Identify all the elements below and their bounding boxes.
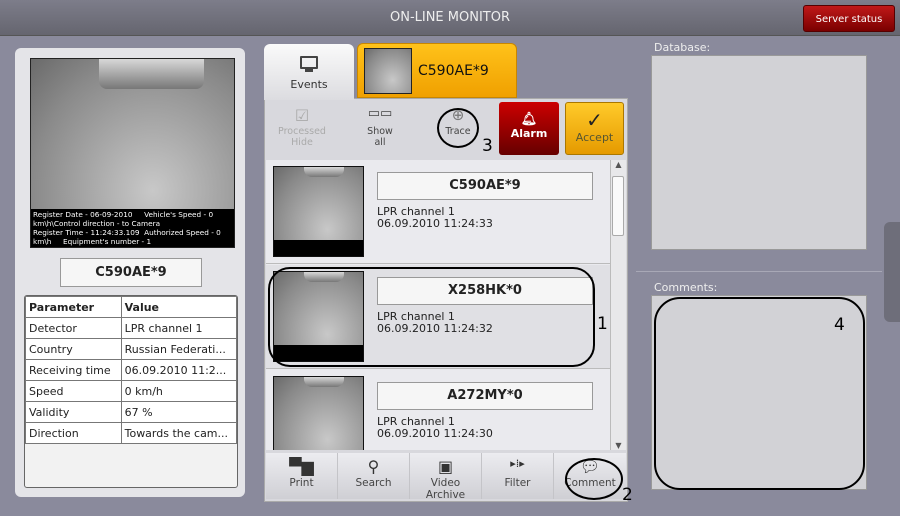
cell: Receiving time [25,359,122,381]
label: Show [367,126,393,137]
cell: Towards the cam... [120,422,237,444]
event-time: 06.09.2010 11:24:30 [377,427,493,440]
cell: 0 km/h [120,380,237,402]
cell: Validity [25,401,122,423]
cell: Speed [25,380,122,402]
table-row: Country Russian Federati... [25,338,237,360]
event-info: LPR channel 1 06.09.2010 11:24:33 [377,206,493,230]
table-row: Validity 67 % [25,401,237,423]
cell: Detector [25,317,122,339]
label: Search [355,477,392,489]
show-all-icon: ▭▭ [367,106,393,121]
filter-button[interactable]: ▸⁞▸ Filter [482,453,554,499]
annotation-number: 3 [482,136,493,156]
print-button[interactable]: ▀▆ Print [266,453,338,499]
server-status-button[interactable]: Server status [803,5,895,32]
tab-thumbnail [364,48,412,94]
database-box [651,55,867,250]
panel-resize-handle[interactable] [884,222,900,322]
table-row: Direction Towards the cam... [25,422,237,444]
printer-icon: ▀▆ [289,457,314,476]
search-button[interactable]: ⚲ Search [338,453,410,499]
plate-number: C590AE*9 [60,258,202,287]
annotation-number: 4 [834,315,845,335]
app-title: ON-LINE MONITOR [389,10,510,25]
search-icon: ⚲ [367,457,380,476]
event-time: 06.09.2010 11:24:33 [377,217,493,230]
comments-label: Comments: [654,281,718,294]
col-header: Parameter [25,296,122,318]
bell-icon: 🔔︎ [520,112,538,127]
scroll-up-icon[interactable]: ▲ [611,160,626,169]
cell: 06.09.2010 11:2... [120,359,237,381]
scroll-down-icon[interactable]: ▼ [611,441,626,450]
label: Processed [278,126,326,137]
divider [636,271,882,272]
cell: Russian Federati... [120,338,237,360]
tab-events-label: Events [290,78,328,91]
cell: Direction [25,422,122,444]
table-row: Detector LPR channel 1 [25,317,237,339]
label: Hide [291,137,313,148]
database-label: Database: [654,41,711,54]
check-icon: ✓ [586,108,603,132]
annotation-circle [437,108,479,148]
monitor-icon [300,56,318,69]
tab-plate-event[interactable]: C590AE*9 [357,43,517,98]
table-row: Receiving time 06.09.2010 11:2... [25,359,237,381]
label: Print [289,477,314,489]
processed-hide-button[interactable]: ☑ Processed Hide [272,106,332,148]
scrollbar-thumb[interactable] [612,176,624,236]
accept-button[interactable]: ✓ Accept [565,102,624,155]
list-item[interactable]: A272MY*0 LPR channel 1 06.09.2010 11:24:3… [266,370,610,450]
filter-icon: ▸⁞▸ [510,457,525,470]
label: Accept [575,131,614,144]
annotation-number: 1 [597,314,608,334]
parameters-table: Parameter Value Detector LPR channel 1 Cou… [24,295,238,488]
car-image [99,59,204,89]
cell: Country [25,338,122,360]
annotation-circle [268,267,595,367]
event-plate: C590AE*9 [377,172,593,200]
label: all [374,137,386,148]
cell: LPR channel 1 [120,317,237,339]
tab-events[interactable]: Events [264,44,354,100]
label: Video Archive [425,477,466,501]
processed-icon: ☑ [294,106,310,125]
label: Alarm [510,127,548,140]
list-item[interactable]: C590AE*9 LPR channel 1 06.09.2010 11:24:3… [266,160,610,264]
annotation-number: 2 [622,485,633,505]
label: Filter [504,477,531,489]
event-plate: A272MY*0 [377,382,593,410]
video-archive-icon: ▣ [437,457,454,476]
video-archive-button[interactable]: ▣ Video Archive [410,453,482,501]
annotation-circle [565,458,623,500]
col-header: Value [120,296,237,318]
event-thumbnail [273,166,364,257]
show-all-button[interactable]: ▭▭ Show all [352,106,408,148]
snapshot-caption: Register Date - 06-09-2010 Vehicle's Spe… [31,209,234,247]
cell: 67 % [120,401,237,423]
event-thumbnail [273,376,364,450]
event-info: LPR channel 1 06.09.2010 11:24:30 [377,416,493,440]
alarm-button[interactable]: 🔔︎ Alarm [499,102,559,155]
tab-plate-label: C590AE*9 [418,63,489,79]
table-row: Speed 0 km/h [25,380,237,402]
camera-snapshot: Register Date - 06-09-2010 Vehicle's Spe… [30,58,235,248]
